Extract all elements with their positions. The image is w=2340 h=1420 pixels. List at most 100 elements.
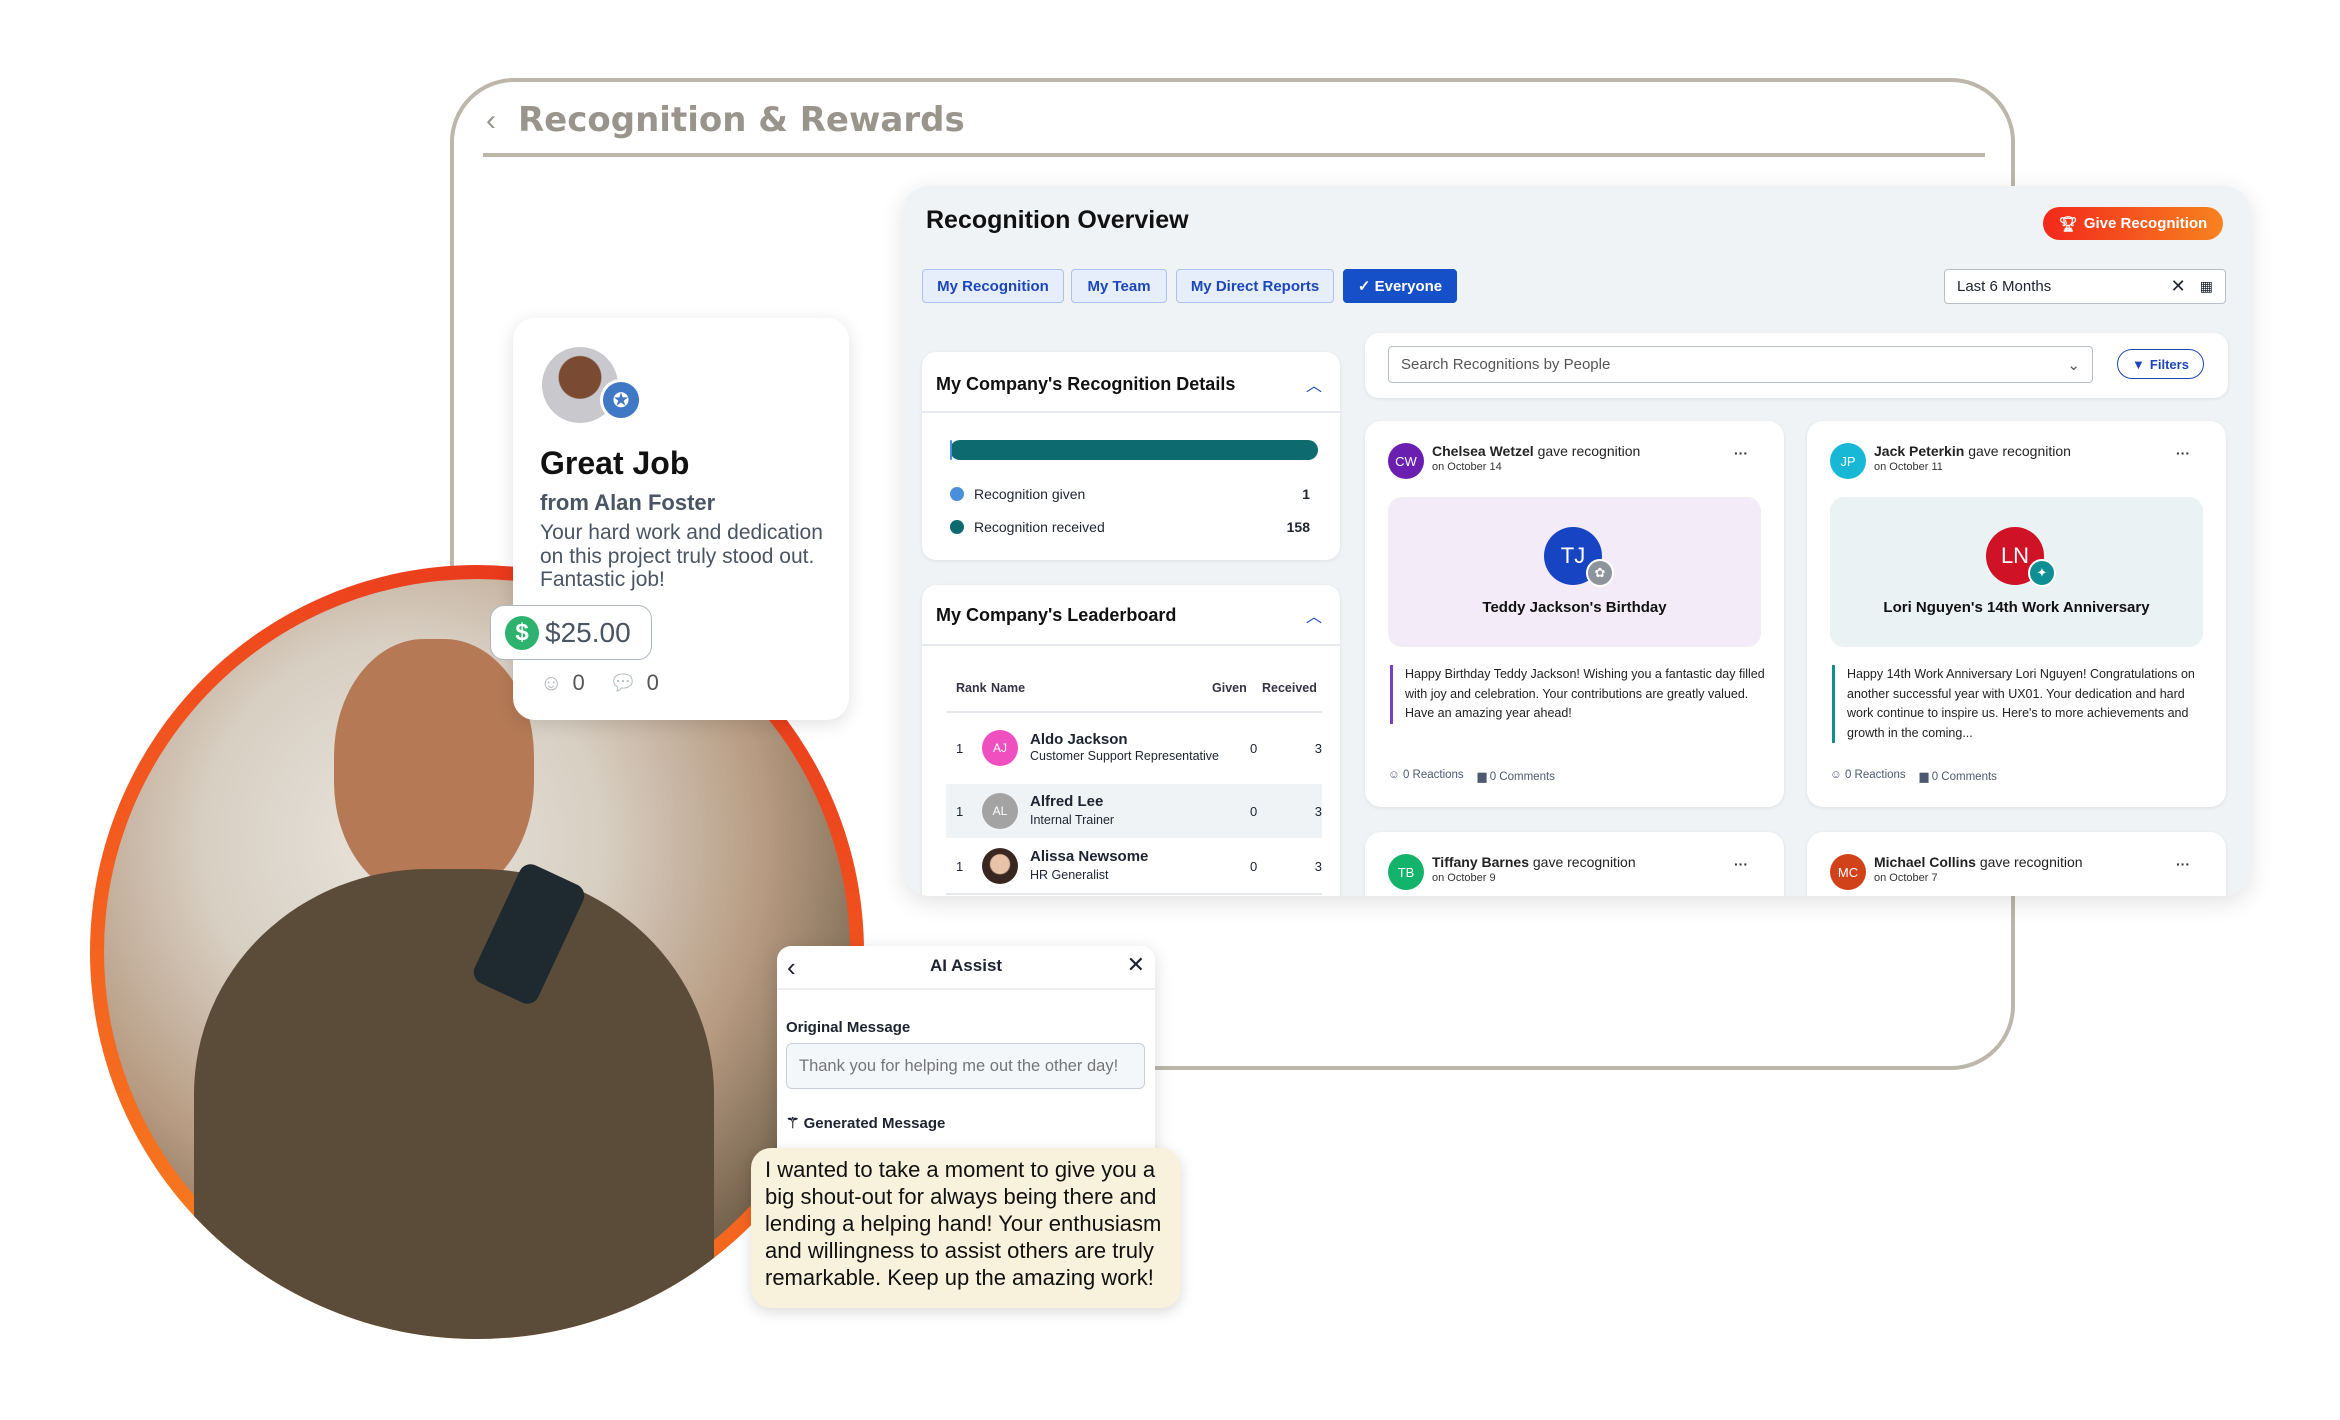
back-chevron-icon[interactable]: ‹: [486, 104, 496, 138]
comments-count: 0 Comments: [1931, 771, 1997, 783]
giver-line: Chelsea Wetzel gave recognition: [1432, 443, 1640, 459]
legend-given: Recognition given 1: [950, 486, 1310, 502]
role: HR Generalist: [1030, 868, 1109, 882]
leaderboard-row[interactable]: 1 Alissa Newsome HR Generalist 0 3: [946, 839, 1322, 893]
collapse-chevron-icon[interactable]: ︿: [1306, 603, 1322, 627]
generated-message-text[interactable]: I wanted to take a moment to give you a …: [751, 1148, 1181, 1308]
received: 3: [1314, 740, 1322, 756]
comments-button[interactable]: ▆ 0 Comments: [1920, 769, 1997, 783]
original-message-input[interactable]: [786, 1043, 1145, 1089]
divider: [777, 988, 1155, 990]
recognition-ratio-bar: [950, 440, 1318, 460]
give-recognition-button[interactable]: 🏆︎ Give Recognition: [2043, 207, 2223, 240]
reward-amount: $25.00: [545, 616, 631, 648]
collapse-chevron-icon[interactable]: ︿: [1306, 372, 1322, 396]
giver-line: Jack Peterkin gave recognition: [1874, 443, 2071, 459]
recognition-message: Your hard work and dedication on this pr…: [540, 521, 823, 591]
giver-action: gave recognition: [1537, 443, 1641, 459]
more-options-icon[interactable]: ···: [2176, 856, 2190, 872]
clear-icon[interactable]: ✕: [2171, 276, 2186, 297]
page-title: Recognition & Rewards: [518, 100, 965, 140]
given: 0: [1250, 858, 1258, 874]
leaderboard-title: My Company's Leaderboard: [936, 605, 1177, 625]
received: 3: [1314, 803, 1322, 819]
generated-message-label: ⚚ Generated Message: [786, 1114, 945, 1132]
giver-line: Tiffany Barnes gave recognition: [1432, 854, 1636, 870]
give-recognition-label: Give Recognition: [2083, 215, 2208, 232]
divider: [946, 893, 1322, 895]
giver-name: Michael Collins: [1874, 854, 1976, 870]
giver-name: Chelsea Wetzel: [1432, 443, 1534, 459]
date-range-select[interactable]: Last 6 Months ✕ ▦: [1944, 269, 2226, 304]
reaction-bar: ☺ 0 💬︎ 0: [540, 670, 659, 696]
giver-action: gave recognition: [1532, 854, 1636, 870]
reactions-count: 0 Reactions: [1402, 769, 1464, 781]
more-options-icon[interactable]: ···: [1734, 856, 1748, 872]
divider: [922, 644, 1340, 646]
legend-value: 1: [1302, 486, 1310, 502]
recognition-date: on October 11: [1874, 461, 1943, 473]
legend-dot: [950, 520, 964, 534]
tab-everyone[interactable]: ✓ Everyone: [1343, 269, 1457, 303]
role: Internal Trainer: [1030, 813, 1115, 827]
calendar-icon[interactable]: ▦: [2200, 278, 2213, 295]
search-panel: Search Recognitions by People ⌄ ▼ Filters: [1365, 333, 2228, 398]
close-icon[interactable]: ✕: [1127, 952, 1145, 978]
reactions-count: 0 Reactions: [1844, 769, 1906, 781]
giver-avatar: MC: [1830, 854, 1866, 890]
avatar-photo: [982, 848, 1018, 884]
giver-name: Jack Peterkin: [1874, 443, 1965, 459]
more-options-icon[interactable]: ···: [1734, 445, 1748, 461]
more-options-icon[interactable]: ···: [2176, 445, 2190, 461]
recognition-card[interactable]: TB Tiffany Barnes gave recognition on Oc…: [1365, 832, 1784, 896]
recognition-title: Teddy Jackson's Birthday: [1482, 599, 1667, 616]
leaderboard-card: My Company's Leaderboard ︿ Rank Name Giv…: [922, 585, 1340, 896]
comment-icon[interactable]: 💬︎: [609, 670, 637, 696]
tab-my-team[interactable]: My Team: [1071, 269, 1167, 303]
recognition-card[interactable]: MC Michael Collins gave recognition on O…: [1807, 832, 2226, 896]
search-people-input[interactable]: Search Recognitions by People ⌄: [1388, 346, 2093, 383]
dollar-icon: $: [505, 615, 539, 650]
giver-avatar: CW: [1388, 443, 1424, 479]
reactions-button[interactable]: ☺ 0 Reactions: [1388, 769, 1464, 783]
overview-title: Recognition Overview: [926, 206, 1189, 234]
giver-line: Michael Collins gave recognition: [1874, 854, 2083, 870]
given: 0: [1250, 740, 1258, 756]
avatar: AL: [982, 793, 1018, 829]
recognition-card[interactable]: CW Chelsea Wetzel gave recognition on Oc…: [1365, 421, 1784, 807]
recognition-card[interactable]: JP Jack Peterkin gave recognition on Oct…: [1807, 421, 2226, 807]
legend-label: Recognition given: [974, 486, 1086, 502]
date-range-value: Last 6 Months: [1957, 278, 2052, 295]
leaderboard-row[interactable]: 1 AL Alfred Lee Internal Trainer 0 3: [946, 784, 1322, 838]
card-reactions: ☺ 0 Reactions ▆ 0 Comments: [1830, 769, 1997, 783]
rank: 1: [956, 740, 964, 756]
smiley-icon[interactable]: ☺: [540, 670, 562, 696]
person-head-shape: [334, 639, 534, 899]
legend-value: 158: [1286, 519, 1310, 535]
given-fill: [950, 440, 953, 460]
col-received: Received: [1262, 681, 1317, 695]
filters-button[interactable]: ▼ Filters: [2117, 349, 2204, 379]
chevron-down-icon: ⌄: [2067, 356, 2080, 374]
col-given: Given: [1212, 681, 1247, 695]
reaction-count: 0: [572, 670, 585, 695]
reactions-button[interactable]: ☺ 0 Reactions: [1830, 769, 1906, 783]
filter-icon: ▼: [2132, 356, 2145, 372]
recognition-date: on October 7: [1874, 872, 1938, 884]
recognition-date: on October 14: [1432, 461, 1502, 473]
tab-my-recognition[interactable]: My Recognition: [922, 269, 1064, 303]
tab-my-direct-reports[interactable]: My Direct Reports: [1176, 269, 1334, 303]
ai-assist-title: AI Assist: [929, 956, 1003, 975]
name: Alfred Lee: [1030, 793, 1104, 810]
recognition-title: Lori Nguyen's 14th Work Anniversary: [1883, 599, 2150, 616]
leaderboard-row[interactable]: 1 AJ Aldo Jackson Customer Support Repres…: [946, 713, 1322, 783]
col-rank: Rank: [956, 681, 987, 695]
comments-button[interactable]: ▆ 0 Comments: [1478, 769, 1555, 783]
recognition-title: Great Job: [540, 445, 690, 481]
birthday-badge-icon: ✿: [1586, 559, 1614, 587]
giver-name: Tiffany Barnes: [1432, 854, 1529, 870]
details-title: My Company's Recognition Details: [936, 374, 1236, 394]
given: 0: [1250, 803, 1258, 819]
role: Customer Support Representative: [1030, 749, 1219, 763]
recognition-message: Happy Birthday Teddy Jackson! Wishing yo…: [1390, 665, 1765, 724]
